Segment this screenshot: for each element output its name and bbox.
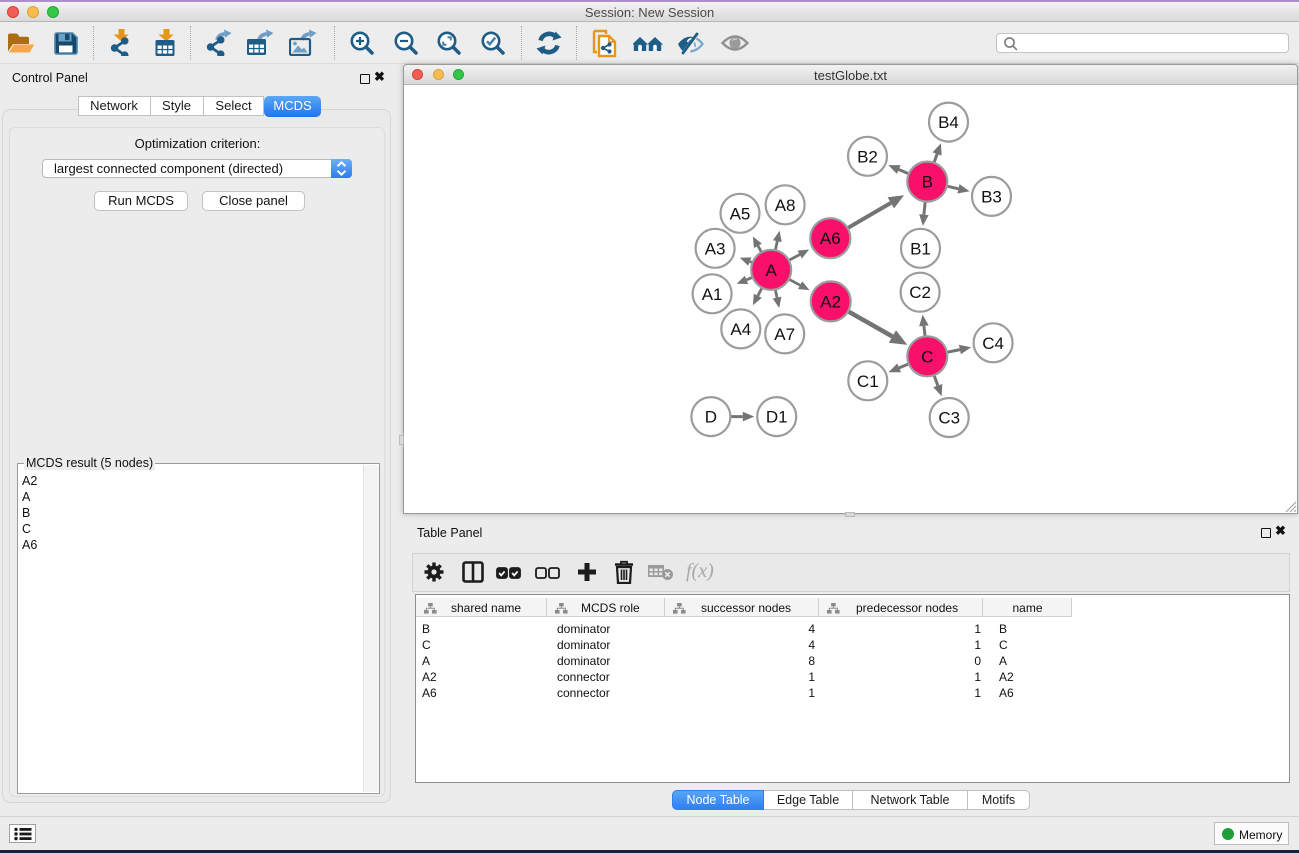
svg-text:D: D	[704, 407, 716, 426]
svg-text:A1: A1	[701, 284, 722, 303]
svg-text:A: A	[765, 260, 777, 279]
svg-text:B4: B4	[938, 113, 959, 132]
svg-text:D1: D1	[765, 407, 787, 426]
svg-text:C1: C1	[856, 371, 878, 390]
svg-text:A6: A6	[819, 229, 840, 248]
svg-text:B1: B1	[910, 239, 931, 258]
svg-text:A3: A3	[704, 239, 725, 258]
svg-text:B3: B3	[981, 187, 1002, 206]
svg-text:A4: A4	[730, 319, 751, 338]
svg-text:B: B	[921, 172, 932, 191]
svg-text:C2: C2	[909, 283, 931, 302]
svg-text:A8: A8	[774, 195, 795, 214]
svg-text:C4: C4	[982, 333, 1004, 352]
svg-text:C: C	[921, 347, 933, 366]
svg-text:A2: A2	[820, 292, 841, 311]
svg-text:B2: B2	[857, 147, 878, 166]
svg-text:C3: C3	[938, 408, 960, 427]
svg-text:A7: A7	[774, 324, 795, 343]
svg-text:A5: A5	[729, 204, 750, 223]
